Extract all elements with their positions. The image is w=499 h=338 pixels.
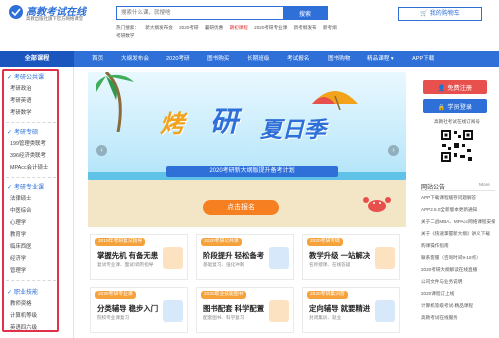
qr-code-icon [440,129,474,163]
nav-item-long-class[interactable]: 长期班级 [247,51,269,67]
umbrella-icon [312,91,358,110]
course-card[interactable]: 2020职业技能图书 图书配套 科学配置 配套图书、科学复习 [196,287,294,333]
announcement-item[interactable]: 2020课程订上线 [421,291,495,297]
announcement-item[interactable]: 购课操作指南 [421,243,495,249]
card-title: 掌握先机 有备无患 [97,251,159,260]
announcement-item[interactable]: 关于二战MBA、MPAcc网络课程安排 [421,219,495,225]
announcement-title: 网站公告 [421,185,446,191]
palm-tree-icon [96,72,134,132]
card-subtitle: 复试专业课、面试/调剂指导 [97,262,154,267]
card-tag: 2019年考研复试指导 [95,238,146,246]
student-login-button[interactable]: 🔒 学员登录 [423,99,487,113]
hot-search-link[interactable]: 考研数学 [116,32,134,40]
nav-item-2020[interactable]: 2020考研 [166,51,190,67]
card-title: 定向辅导 就要精进 [309,304,371,313]
course-card[interactable]: 2020考研集训营 定向辅导 就要精进 封闭集训、就业 [302,287,400,333]
banner-ribbon: 2020考研新大纲版提升备考计划 [166,166,338,177]
card-tag: 2020考研公共课 [201,238,242,246]
card-tag: 2020考研集训营 [307,291,348,299]
highlight-outline [2,69,59,332]
course-card[interactable]: 2020考研公共课 阶段提升 轻松备考 基础复习、强化冲刺 [196,234,294,280]
card-illustration-icon [163,300,183,322]
card-subtitle: 封闭集训、就业 [309,315,342,320]
hot-search-link[interactable]: 期初课程 [230,24,248,32]
announcement-item[interactable]: 计算机等级考试-精品课程 [421,303,495,309]
announcement-item[interactable]: 高教考试在线服务 [421,315,495,321]
announcement-more-link[interactable]: More [479,183,490,188]
nav-item-home[interactable]: 首页 [92,51,103,67]
announcement-item[interactable]: 联系客服（咨询时间9-18点） [421,255,495,261]
card-title: 阶段提升 轻松备考 [203,251,265,260]
hot-search-link[interactable]: 新考纲发布 [294,24,317,32]
card-subtitle: 配套图书、科学复习 [203,315,245,320]
card-title: 分类辅导 稳步入门 [97,304,159,313]
card-illustration-icon [163,247,183,269]
nav-item-syllabus[interactable]: 大纲发布会 [121,51,149,67]
announcement-item[interactable]: APP下载课程缓存问题解答 [421,195,495,201]
nav-item-premium[interactable]: 精品课程 ▾ [367,51,394,67]
logo-subtitle: 高教出版社旗下官方网络课堂 [26,16,84,21]
cart-button[interactable]: 🛒 我的购物车 [398,7,482,21]
nav-item-app-download[interactable]: APP下载 [412,51,434,67]
banner-title-part: 夏日季 [260,117,327,142]
hot-search-link[interactable]: 暑研优惠 [205,24,223,32]
enroll-now-button[interactable]: 点击报名 [203,200,279,215]
announcement-item[interactable]: 关于《快速掌握新大纲》讲义下载 [421,231,495,237]
all-courses-menu[interactable]: 全部课程 [0,51,74,67]
announcement-item[interactable]: 公司文件与业务说明 [421,279,495,285]
course-card[interactable]: 2020考研专硕 教学升级 一站解决 名师授课、在线答疑 [302,234,400,280]
announcement-item[interactable]: APP2.5.0全新版本更新通知 [421,207,495,213]
card-subtitle: 名师授课、在线答疑 [309,262,351,267]
free-register-button[interactable]: 👤 免费注册 [423,80,487,94]
cart-label: 我的购物车 [429,11,460,17]
search-bar: 搜索 [116,6,328,20]
course-card[interactable]: 2020考研专业课 分类辅导 稳步入门 院校专业课复习 [90,287,188,333]
nav-item-exam-signup[interactable]: 考试报名 [287,51,309,67]
lock-icon: 🔒 [437,103,448,111]
card-illustration-icon [375,247,395,269]
hero-banner[interactable]: 烤 研 夏日季 2020考研新大纲版提升备考计划 点击报名 [88,72,406,227]
announcement-item[interactable]: 2020考研大纲解读在线直播 [421,267,495,273]
card-illustration-icon [269,300,289,322]
card-subtitle: 院校专业课复习 [97,315,130,320]
search-input[interactable] [117,7,283,19]
card-illustration-icon [375,300,395,322]
card-title: 教学升级 一站解决 [309,251,371,260]
card-title: 图书配套 科学配置 [203,304,265,313]
cart-icon: 🛒 [420,11,428,17]
search-button[interactable]: 搜索 [283,7,327,19]
banner-title-part: 研 [210,106,239,137]
card-tag: 2020考研专业课 [95,291,136,299]
qr-caption: 高教社考试在线订阅号 [434,119,480,124]
hot-search-link[interactable]: 2020考研专业课 [254,24,287,32]
carousel-prev-button[interactable]: ‹ [96,145,107,156]
site-logo[interactable]: 高教考试在线 高教出版社旗下官方网络课堂 [8,3,90,25]
hot-search-link[interactable]: 新考纲 [323,24,337,32]
carousel-next-button[interactable]: › [388,145,399,156]
nav-item-book-shop[interactable]: 图书购物 [328,51,350,67]
card-subtitle: 基础复习、强化冲刺 [203,262,245,267]
nav-item-books[interactable]: 图书购买 [207,51,229,67]
course-card[interactable]: 2019年考研复试指导 掌握先机 有备无患 复试专业课、面试/调剂指导 [90,234,188,280]
crab-icon [363,197,391,212]
hot-searches: 热门搜索： 新大纲发布会 2020考研 暑研优惠 期初课程 2020考研专业课 … [116,24,376,40]
card-tag: 2020考研专硕 [307,238,343,246]
hot-search-link[interactable]: 新大纲发布会 [145,24,173,32]
card-illustration-icon [269,247,289,269]
hot-search-label: 热门搜索： [116,25,139,30]
hot-search-link[interactable]: 2020考研 [179,24,198,32]
user-icon: 👤 [437,84,448,92]
card-tag: 2020职业技能图书 [201,291,247,299]
banner-title-part: 烤 [160,111,185,138]
